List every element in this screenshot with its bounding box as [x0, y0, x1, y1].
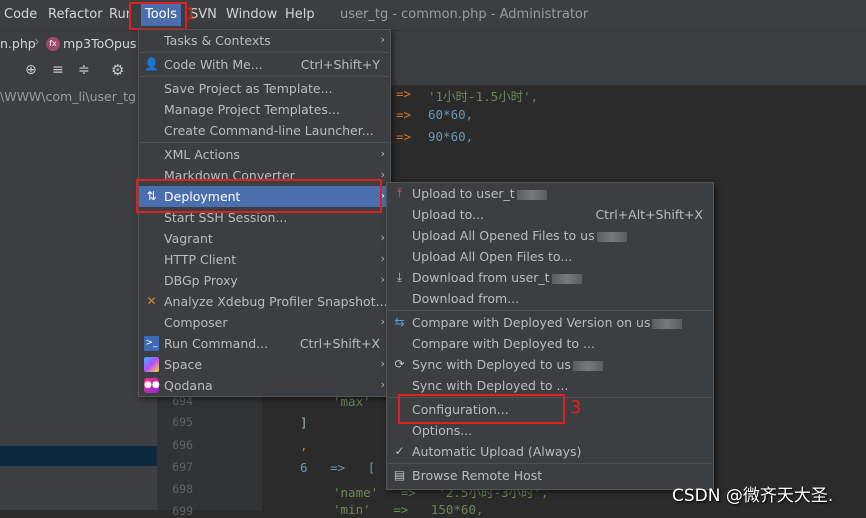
code-arrow: => [396, 86, 412, 101]
breadcrumb-file[interactable]: n.php [0, 36, 36, 51]
user-icon: 👤 [144, 57, 159, 71]
window-title: user_tg - common.php - Administrator [340, 7, 589, 22]
line-number: 699 [172, 504, 193, 518]
menu-item-upload-to[interactable]: Upload to... Ctrl+Alt+Shift+X [387, 204, 713, 225]
redacted-text [516, 189, 547, 200]
chevron-right-icon: › [380, 357, 385, 370]
menu-separator [140, 76, 389, 77]
line-number: 698 [172, 482, 193, 496]
check-icon: ✓ [394, 444, 405, 458]
menu-item-xml-actions[interactable]: XML Actions › [139, 144, 390, 165]
breadcrumb-function[interactable]: mp3ToOpus [63, 36, 136, 51]
redacted-text [596, 231, 627, 242]
menu-item-create-launcher[interactable]: Create Command-line Launcher... [139, 120, 390, 141]
menu-separator [140, 52, 389, 53]
function-icon: fx [46, 37, 60, 51]
remote-host-icon: ▤ [393, 468, 406, 482]
project-path: \WWW\com_li\user_tg [0, 89, 136, 104]
menu-item-upload-all-opened[interactable]: Upload All Opened Files to us [387, 225, 713, 246]
compare-icon: ⇆ [394, 315, 405, 329]
menu-item-qodana[interactable]: ●● Qodana › [139, 375, 390, 396]
menu-item-upload-all-open[interactable]: Upload All Open Files to... [387, 246, 713, 267]
menu-refactor[interactable]: Refactor [48, 7, 103, 22]
chevron-right-icon: › [380, 273, 385, 286]
code-arrow: => [396, 107, 412, 122]
gear-icon[interactable]: ⚙ [111, 61, 124, 79]
menu-window[interactable]: Window [226, 7, 277, 22]
menu-item-space[interactable]: Space › [139, 354, 390, 375]
menu-item-xdebug-snapshot[interactable]: ✕ Analyze Xdebug Profiler Snapshot... [139, 291, 390, 312]
menu-item-vagrant[interactable]: Vagrant › [139, 228, 390, 249]
download-icon: ⤓ [396, 270, 403, 284]
menu-item-http-client[interactable]: HTTP Client › [139, 249, 390, 270]
expand-all-icon[interactable]: ≡ [52, 62, 64, 78]
xdebug-icon: ✕ [146, 294, 157, 308]
menu-item-composer[interactable]: Composer › [139, 312, 390, 333]
annotation-box-deployment [136, 179, 382, 213]
chevron-right-icon: › [380, 315, 385, 328]
annotation-box-tools [129, 2, 187, 30]
code-value: 60*60, [428, 107, 474, 122]
annotation-number-3: 3 [570, 397, 582, 418]
breadcrumb: n.php › fx mp3ToOpus [0, 30, 866, 57]
menu-separator [388, 310, 712, 311]
upload-icon: ⤒ [396, 186, 403, 200]
menu-item-compare-deployed-version[interactable]: ⇆ Compare with Deployed Version on us [387, 312, 713, 333]
tools-menu: Tasks & Contexts › 👤 Code With Me... Ctrl+S… [138, 29, 391, 397]
terminal-icon: >_ [144, 336, 159, 351]
menu-item-upload-to-user[interactable]: ⤒ Upload to user_t [387, 183, 713, 204]
collapse-all-icon[interactable]: ≑ [78, 62, 90, 78]
watermark: CSDN @微齐天大圣. [672, 486, 834, 506]
project-toolbar: ⊕ ≡ ≑ ⚙ [0, 57, 157, 86]
chevron-right-icon: › [380, 33, 385, 46]
line-number: 695 [172, 415, 193, 429]
code-value: '1小时-1.5小时', [428, 89, 539, 104]
menu-help[interactable]: Help [285, 7, 315, 22]
menu-separator [140, 142, 389, 143]
menu-item-sync-with-deployed-to[interactable]: Sync with Deployed to ... [387, 375, 713, 396]
annotation-number-1: 1 [186, 4, 197, 23]
menu-item-dbgp-proxy[interactable]: DBGp Proxy › [139, 270, 390, 291]
menu-item-run-command[interactable]: >_ Run Command... Ctrl+Shift+X [139, 333, 390, 354]
chevron-right-icon: › [34, 34, 40, 50]
code-line: ] [300, 415, 308, 430]
annotation-box-configuration [398, 394, 565, 424]
code-line: , [300, 438, 308, 453]
code-value: 90*60, [428, 129, 474, 144]
menu-item-download-from-user[interactable]: ⤓ Download from user_t [387, 267, 713, 288]
qodana-icon: ●● [144, 378, 160, 393]
menu-run[interactable]: Run [109, 7, 129, 22]
code-line: 6 => [ [300, 460, 376, 475]
menu-item-save-project-template[interactable]: Save Project as Template... [139, 78, 390, 99]
menu-item-manage-templates[interactable]: Manage Project Templates... [139, 99, 390, 120]
menu-item-tasks-contexts[interactable]: Tasks & Contexts › [139, 30, 390, 51]
menu-item-sync-with-deployed-us[interactable]: ⟳ Sync with Deployed to us [387, 354, 713, 375]
chevron-right-icon: › [380, 252, 385, 265]
menu-item-code-with-me[interactable]: 👤 Code With Me... Ctrl+Shift+Y [139, 54, 390, 75]
sync-icon: ⟳ [394, 357, 405, 371]
line-number: 697 [172, 460, 193, 474]
menu-item-automatic-upload[interactable]: ✓ Automatic Upload (Always) [387, 441, 713, 462]
code-arrow: => [396, 129, 412, 144]
chevron-right-icon: › [380, 147, 385, 160]
menu-code[interactable]: Code [4, 7, 37, 22]
chevron-right-icon: › [380, 231, 385, 244]
menu-item-compare-deployed-to[interactable]: Compare with Deployed to ... [387, 333, 713, 354]
redacted-text [551, 273, 582, 284]
redacted-text [652, 318, 683, 329]
line-number: 696 [172, 438, 193, 452]
deployment-submenu: ⤒ Upload to user_t Upload to... Ctrl+Alt+S… [386, 182, 714, 490]
menu-separator [388, 463, 712, 464]
menu-item-browse-remote-host[interactable]: ▤ Browse Remote Host [387, 465, 713, 486]
project-selected-row[interactable] [0, 446, 157, 466]
chevron-right-icon: › [380, 378, 385, 391]
menu-item-download-from[interactable]: Download from... [387, 288, 713, 309]
space-icon [144, 357, 159, 372]
crosshair-icon[interactable]: ⊕ [25, 62, 37, 78]
redacted-text [572, 360, 603, 371]
